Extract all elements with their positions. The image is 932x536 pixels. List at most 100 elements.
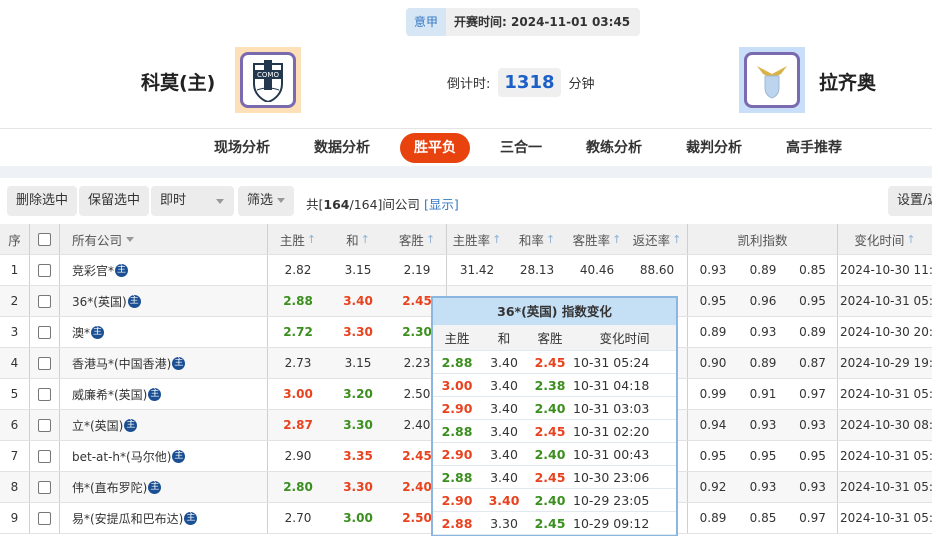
header-draw[interactable]: 和 ↑ [328,224,388,254]
row-checkbox-cell[interactable] [30,441,60,471]
row-checkbox[interactable] [38,263,51,277]
countdown-value: 1318 [498,68,561,97]
filter-dropdown[interactable]: 筛选 [238,186,295,216]
company-cell[interactable]: 易*(安提瓜和巴布达) 主 [60,503,268,533]
countdown-unit: 分钟 [568,77,595,92]
odds-cell[interactable]: 3.15 [328,255,388,285]
company-name[interactable]: 香港马*(中国香港) [72,355,171,372]
company-cell[interactable]: 立*(英国) 主 [60,410,268,440]
company-name[interactable]: 威廉希*(英国) [72,386,147,403]
delete-selected-button[interactable]: 删除选中 [7,186,78,216]
odds-cell[interactable]: 3.40 [328,286,388,316]
company-name[interactable]: 竞彩官* [72,262,114,279]
row-checkbox-cell[interactable] [30,286,60,316]
popup-home: 2.90 [441,492,473,508]
company-cell[interactable]: 香港马*(中国香港) 主 [60,348,268,378]
tab-referee-analysis[interactable]: 裁判分析 [664,133,764,163]
odds-cell[interactable]: 3.00 [328,503,388,533]
popup-away: 2.40 [534,446,566,462]
company-name[interactable]: 澳* [72,324,90,341]
odds-cell[interactable]: 2.19 [388,255,447,285]
mode-select[interactable]: 即时 [151,186,234,216]
select-all-checkbox[interactable] [38,232,51,246]
show-link[interactable]: [显示] [424,197,459,212]
odds-cell[interactable]: 3.15 [328,348,388,378]
odds-cell[interactable]: 3.30 [328,317,388,347]
table-row[interactable]: 1 竞彩官* 主 2.82 3.15 2.19 31.42 28.13 40.46 88.60 0… [0,255,932,286]
tab-three-in-one[interactable]: 三合一 [478,133,564,163]
header-home-rate[interactable]: 主胜率 ↑ [447,224,507,254]
home-header-label: 主胜 [279,232,305,248]
odds-cell[interactable]: 3.30 [328,410,388,440]
header-select-all[interactable] [30,224,60,254]
row-checkbox[interactable] [38,387,51,401]
sort-arrow-icon: ↑ [672,232,682,246]
odds-cell[interactable]: 2.90 [268,441,328,471]
popup-home: 2.90 [441,400,473,416]
header-home[interactable]: 主胜 ↑ [268,224,328,254]
league-label[interactable]: 意甲 [406,8,447,36]
odds-cell[interactable]: 3.35 [328,441,388,471]
odds-cell[interactable]: 2.88 [268,286,328,316]
home-indicator-icon: 主 [148,480,162,494]
odds-cell[interactable]: 2.80 [268,472,328,502]
change-time-cell: 2024-10-31 05:34 [840,480,932,494]
odds-cell[interactable]: 2.82 [268,255,328,285]
row-checkbox[interactable] [38,480,51,494]
popup-home: 3.00 [441,377,473,393]
row-checkbox-cell[interactable] [30,348,60,378]
rate-cell: 40.46 [579,263,615,277]
company-cell[interactable]: 36*(英国) 主 [60,286,268,316]
keep-selected-button[interactable]: 保留选中 [79,186,150,216]
header-away-rate[interactable]: 客胜率 ↑ [567,224,627,254]
odds-cell[interactable]: 2.72 [268,317,328,347]
row-checkbox[interactable] [38,511,51,525]
row-checkbox-cell[interactable] [30,410,60,440]
odds-cell[interactable]: 2.70 [268,503,328,533]
company-cell[interactable]: 澳* 主 [60,317,268,347]
row-checkbox-cell[interactable] [30,503,60,533]
row-checkbox[interactable] [38,449,51,463]
home-team-name[interactable]: 科莫(主) [141,68,215,95]
popup-header-home: 主胜 [444,331,470,346]
row-checkbox-cell[interactable] [30,472,60,502]
tab-1x2[interactable]: 胜平负 [400,132,470,163]
tab-coach-analysis[interactable]: 教练分析 [564,133,664,163]
odds-cell[interactable]: 2.87 [268,410,328,440]
odds-cell[interactable]: 3.20 [328,379,388,409]
company-name[interactable]: bet-at-h*(马尔他) [72,448,171,465]
away-team-name[interactable]: 拉齐奥 [819,68,876,95]
settings-button[interactable]: 设置/返 [888,186,932,216]
row-checkbox-cell[interactable] [30,255,60,285]
row-checkbox[interactable] [38,356,51,370]
header-return-rate[interactable]: 返还率 ↑ [627,224,688,254]
away-team-logo[interactable] [739,47,805,113]
row-checkbox[interactable] [38,418,51,432]
change-time-cell: 2024-10-30 20:25 [840,325,932,339]
header-company[interactable]: 所有公司 [60,224,268,254]
tab-live-analysis[interactable]: 现场分析 [192,133,292,163]
company-name[interactable]: 伟*(直布罗陀) [72,479,147,496]
row-checkbox[interactable] [38,294,51,308]
company-name[interactable]: 易*(安提瓜和巴布达) [72,510,183,527]
kelly-cell: 0.93 [749,480,777,494]
odds-cell[interactable]: 3.00 [268,379,328,409]
company-cell[interactable]: 威廉希*(英国) 主 [60,379,268,409]
row-checkbox-cell[interactable] [30,317,60,347]
company-name[interactable]: 36*(英国) [72,293,127,310]
odds-cell[interactable]: 2.73 [268,348,328,378]
home-team-logo[interactable]: COMO [235,47,301,113]
tab-data-analysis[interactable]: 数据分析 [292,133,392,163]
row-checkbox-cell[interactable] [30,379,60,409]
row-checkbox[interactable] [38,325,51,339]
header-away[interactable]: 客胜 ↑ [388,224,447,254]
company-cell[interactable]: 竞彩官* 主 [60,255,268,285]
company-cell[interactable]: 伟*(直布罗陀) 主 [60,472,268,502]
company-cell[interactable]: bet-at-h*(马尔他) 主 [60,441,268,471]
header-time[interactable]: 变化时间 ↑ [838,224,932,254]
company-name[interactable]: 立*(英国) [72,417,123,434]
kelly-cell: 0.96 [749,294,777,308]
tab-expert-picks[interactable]: 高手推荐 [764,133,864,163]
header-draw-rate[interactable]: 和率 ↑ [507,224,567,254]
odds-cell[interactable]: 3.30 [328,472,388,502]
